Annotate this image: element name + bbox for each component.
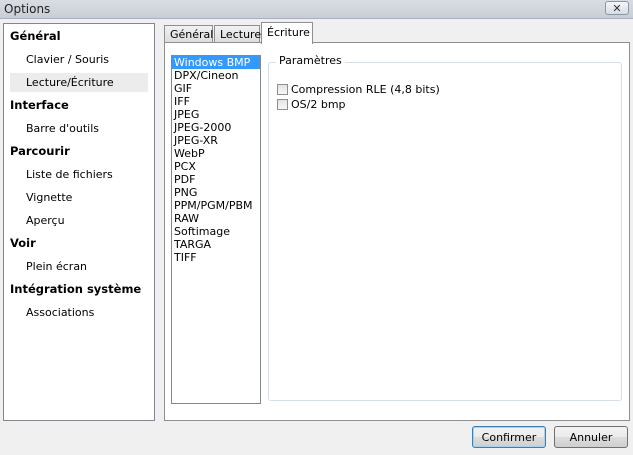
format-item[interactable]: JPEG-2000 bbox=[172, 121, 260, 134]
rle-compression-option[interactable]: Compression RLE (4,8 bits) bbox=[277, 82, 440, 96]
os2-bmp-checkbox[interactable] bbox=[277, 98, 288, 110]
format-item[interactable]: Softimage bbox=[172, 225, 260, 238]
confirm-button[interactable]: Confirmer bbox=[472, 426, 546, 448]
rle-compression-label[interactable]: Compression RLE (4,8 bits) bbox=[291, 83, 440, 96]
format-item[interactable]: PNG bbox=[172, 186, 260, 199]
format-item[interactable]: PDF bbox=[172, 173, 260, 186]
format-item[interactable]: TIFF bbox=[172, 251, 260, 264]
format-item[interactable]: RAW bbox=[172, 212, 260, 225]
tree-item-associations[interactable]: Associations bbox=[10, 303, 148, 322]
tree-group-browse[interactable]: Parcourir bbox=[10, 144, 70, 158]
rle-compression-checkbox[interactable] bbox=[277, 83, 288, 95]
cancel-button[interactable]: Annuler bbox=[554, 426, 628, 448]
tree-group-general[interactable]: Général bbox=[10, 29, 61, 43]
format-item[interactable]: GIF bbox=[172, 82, 260, 95]
tree-group-interface[interactable]: Interface bbox=[10, 98, 69, 112]
tree-group-system-integration[interactable]: Intégration système bbox=[10, 282, 141, 296]
format-item[interactable]: JPEG bbox=[172, 108, 260, 121]
parameters-group: Paramètres Compression RLE (4,8 bits) OS… bbox=[268, 54, 622, 401]
tree-item-preview[interactable]: Aperçu bbox=[10, 211, 148, 230]
tab-panel-writing: Windows BMP DPX/Cineon GIF IFF JPEG JPEG… bbox=[164, 42, 630, 421]
tree-group-view[interactable]: Voir bbox=[10, 236, 36, 250]
title-bar: Options ✕ bbox=[0, 0, 633, 19]
format-item[interactable]: PPM/PGM/PBM bbox=[172, 199, 260, 212]
tree-item-keyboard-mouse[interactable]: Clavier / Souris bbox=[10, 50, 148, 69]
tree-item-toolbar[interactable]: Barre d'outils bbox=[10, 119, 148, 138]
format-item[interactable]: TARGA bbox=[172, 238, 260, 251]
format-item[interactable]: DPX/Cineon bbox=[172, 69, 260, 82]
format-list[interactable]: Windows BMP DPX/Cineon GIF IFF JPEG JPEG… bbox=[171, 55, 261, 404]
tab-general[interactable]: Général bbox=[164, 25, 213, 43]
format-item[interactable]: WebP bbox=[172, 147, 260, 160]
group-box-border bbox=[268, 62, 622, 401]
parameters-legend: Paramètres bbox=[276, 54, 345, 67]
format-item[interactable]: IFF bbox=[172, 95, 260, 108]
os2-bmp-option[interactable]: OS/2 bmp bbox=[277, 97, 346, 111]
window-title: Options bbox=[4, 2, 51, 16]
tab-writing[interactable]: Écriture bbox=[261, 22, 313, 44]
format-item[interactable]: PCX bbox=[172, 160, 260, 173]
tree-item-fullscreen[interactable]: Plein écran bbox=[10, 257, 148, 276]
tree-item-thumbnail[interactable]: Vignette bbox=[10, 188, 148, 207]
os2-bmp-label[interactable]: OS/2 bmp bbox=[291, 98, 346, 111]
options-tree: Général Clavier / Souris Lecture/Écritur… bbox=[3, 23, 155, 421]
tree-item-read-write[interactable]: Lecture/Écriture bbox=[10, 73, 148, 92]
tab-reading[interactable]: Lecture bbox=[214, 25, 261, 43]
tree-item-file-list[interactable]: Liste de fichiers bbox=[10, 165, 148, 184]
close-icon: ✕ bbox=[612, 1, 622, 15]
format-item[interactable]: JPEG-XR bbox=[172, 134, 260, 147]
format-item[interactable]: Windows BMP bbox=[172, 56, 260, 69]
close-button[interactable]: ✕ bbox=[605, 1, 629, 15]
